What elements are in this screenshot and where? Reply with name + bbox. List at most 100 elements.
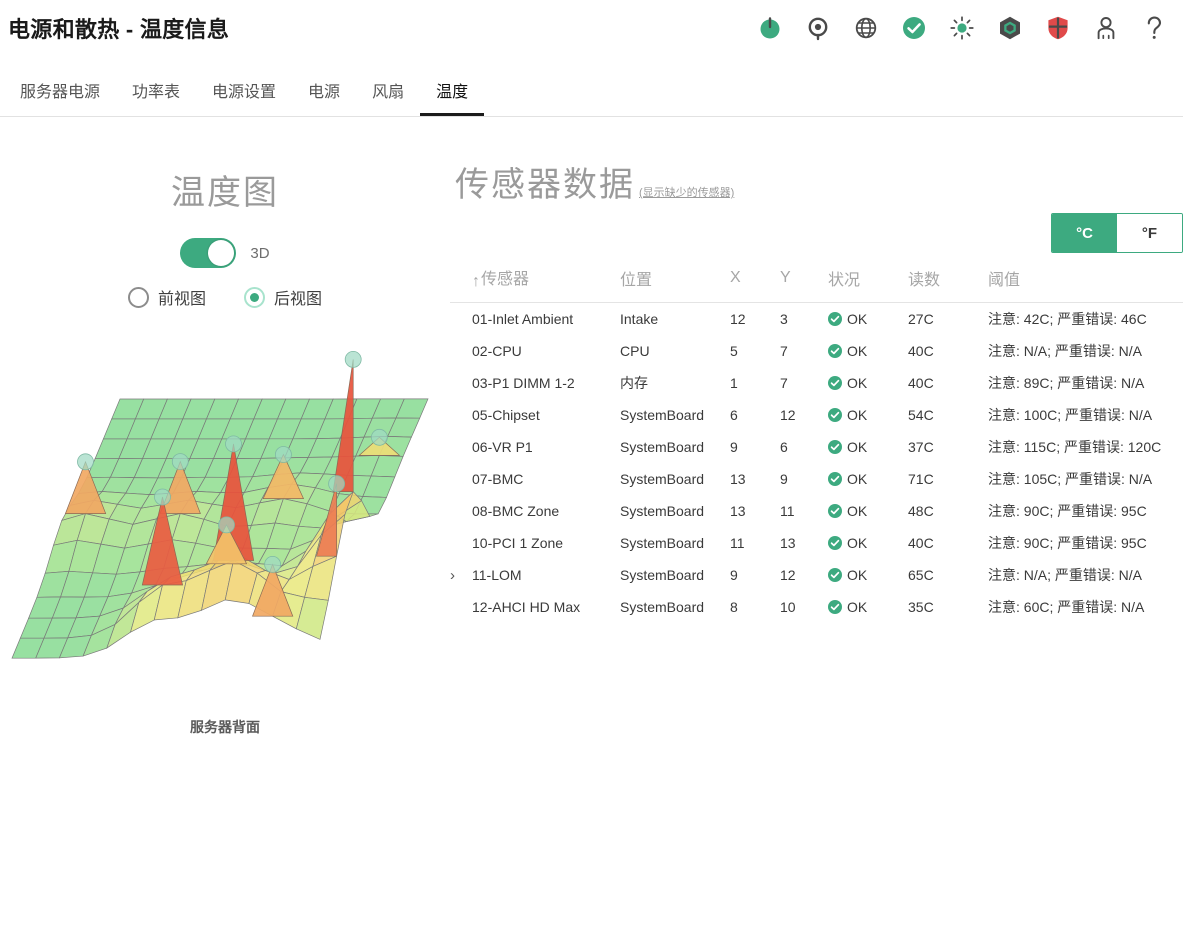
sort-ascending-icon[interactable]: ↑ xyxy=(472,273,480,291)
row-expand-placeholder xyxy=(450,335,472,367)
tab-temperatures[interactable]: 温度 xyxy=(420,85,485,116)
row-expand-chevron[interactable]: › xyxy=(450,559,472,591)
status-label: OK xyxy=(847,567,868,583)
location-target-icon[interactable] xyxy=(805,15,831,41)
table-row[interactable]: 03-P1 DIMM 1-2 内存 1 7 OK 40C 注意: 89C; 严重错误: N/… xyxy=(450,367,1183,399)
table-row[interactable]: 02-CPU CPU 5 7 OK 40C 注意: N/A; 严重错误: N/A xyxy=(450,335,1183,367)
cell-reading: 40C xyxy=(908,343,934,359)
health-check-icon[interactable] xyxy=(901,15,927,41)
table-row[interactable]: 07-BMC SystemBoard 13 9 OK 71C 注意: 105C; 严重错误:… xyxy=(450,463,1183,495)
cell-sensor-name: 10-PCI 1 Zone xyxy=(472,535,564,551)
cell-sensor-name: 12-AHCI HD Max xyxy=(472,599,581,615)
tab-power-meter[interactable]: 功率表 xyxy=(116,85,196,116)
sensor-node-marker[interactable] xyxy=(171,453,189,471)
user-icon[interactable] xyxy=(1093,15,1119,41)
cell-y: 9 xyxy=(780,471,788,487)
cell-status: OK xyxy=(828,399,908,431)
cell-x: 6 xyxy=(730,407,738,423)
cell-status: OK xyxy=(828,591,908,623)
sensor-node-marker[interactable] xyxy=(344,351,362,368)
table-row[interactable]: 06-VR P1 SystemBoard 9 6 OK 37C 注意: 115C; 严重错误… xyxy=(450,431,1183,463)
show-missing-sensors-link[interactable]: (显示缺少的传感器) xyxy=(639,184,734,200)
shield-icon[interactable] xyxy=(1045,15,1071,41)
sensor-node-marker[interactable] xyxy=(328,475,346,493)
sensor-node-marker[interactable] xyxy=(218,516,235,534)
col-sensor-label: 传感器 xyxy=(481,271,530,288)
cell-x: 9 xyxy=(730,439,738,455)
cell-sensor-name: 02-CPU xyxy=(472,343,522,359)
tab-power-settings[interactable]: 电源设置 xyxy=(196,85,292,116)
col-threshold[interactable]: 阈值 xyxy=(988,265,1183,303)
tab-power[interactable]: 电源 xyxy=(292,85,356,116)
status-ok-icon xyxy=(828,504,842,518)
cell-x: 9 xyxy=(730,567,738,583)
col-reading[interactable]: 读数 xyxy=(908,265,988,303)
status-label: OK xyxy=(847,535,868,551)
col-x[interactable]: X xyxy=(730,265,780,303)
sensor-node-marker[interactable] xyxy=(77,453,94,471)
sensor-node-marker[interactable] xyxy=(274,446,292,463)
col-status[interactable]: 状况 xyxy=(828,265,908,303)
table-row[interactable]: 08-BMC Zone SystemBoard 13 11 OK 48C 注意: 90C; … xyxy=(450,495,1183,527)
row-expand-placeholder xyxy=(450,527,472,559)
cell-reading: 65C xyxy=(908,567,934,583)
globe-icon[interactable] xyxy=(853,15,879,41)
cell-threshold: 注意: 90C; 严重错误: 95C xyxy=(988,535,1147,551)
status-label: OK xyxy=(847,599,868,615)
unit-fahrenheit-button[interactable]: °F xyxy=(1117,214,1182,252)
chart-caption: 服务器背面 xyxy=(190,719,260,735)
sensor-data-header: 传感器数据 (显示缺少的传感器) xyxy=(455,157,734,206)
col-location[interactable]: 位置 xyxy=(620,265,730,303)
status-badge: OK xyxy=(828,439,908,455)
tab-fans[interactable]: 风扇 xyxy=(356,85,420,116)
row-expand-placeholder xyxy=(450,431,472,463)
cell-x: 11 xyxy=(730,535,745,551)
table-row[interactable]: 12-AHCI HD Max SystemBoard 8 10 OK 35C 注意: 60C… xyxy=(450,591,1183,623)
cell-status: OK xyxy=(828,527,908,559)
sensor-node-marker[interactable] xyxy=(370,428,388,446)
power-icon[interactable] xyxy=(757,15,783,41)
cell-reading: 40C xyxy=(908,375,934,391)
status-label: OK xyxy=(847,471,868,487)
cell-sensor-name: 11-LOM xyxy=(472,567,522,583)
table-row[interactable]: 10-PCI 1 Zone SystemBoard 11 13 OK 40C 注意: 90C… xyxy=(450,527,1183,559)
chevron-right-icon[interactable]: › xyxy=(450,567,455,584)
status-ok-icon xyxy=(828,472,842,486)
cell-x: 1 xyxy=(730,375,738,391)
status-badge: OK xyxy=(828,343,908,359)
temperature-unit-toggle: °C °F xyxy=(1051,213,1183,253)
help-icon[interactable] xyxy=(1141,15,1167,41)
status-ok-icon xyxy=(828,408,842,422)
sensor-node-marker[interactable] xyxy=(154,488,171,506)
tab-server-power[interactable]: 服务器电源 xyxy=(4,85,116,116)
cell-y: 11 xyxy=(780,503,795,519)
status-ok-icon xyxy=(828,440,842,454)
temperature-3d-surface-chart[interactable] xyxy=(0,277,450,697)
col-y[interactable]: Y xyxy=(780,265,828,303)
col-sensor[interactable]: ↑传感器 xyxy=(472,265,620,303)
cell-threshold: 注意: 105C; 严重错误: N/A xyxy=(988,471,1153,487)
status-badge: OK xyxy=(828,311,908,327)
brightness-icon[interactable] xyxy=(949,15,975,41)
table-row[interactable]: › 11-LOM SystemBoard 9 12 OK 65C 注意: N/A; 严重错误:… xyxy=(450,559,1183,591)
sensor-node-marker[interactable] xyxy=(264,555,282,573)
table-row[interactable]: 05-Chipset SystemBoard 6 12 OK 54C 注意: 100C; 严… xyxy=(450,399,1183,431)
table-row[interactable]: 01-Inlet Ambient Intake 12 3 OK 27C 注意: 42C; 严… xyxy=(450,303,1183,336)
cell-sensor-name: 06-VR P1 xyxy=(472,439,533,455)
row-expand-placeholder xyxy=(450,495,472,527)
sensor-node-marker[interactable] xyxy=(225,435,242,453)
hexagon-icon[interactable] xyxy=(997,15,1023,41)
3d-toggle-label: 3D xyxy=(250,244,270,262)
status-ok-icon xyxy=(828,344,842,358)
cell-y: 3 xyxy=(780,311,788,327)
cell-y: 7 xyxy=(780,343,788,359)
cell-sensor-name: 05-Chipset xyxy=(472,407,540,423)
3d-toggle-switch[interactable] xyxy=(180,238,237,268)
main-tabbar: 服务器电源 功率表 电源设置 电源 风扇 温度 xyxy=(0,55,1183,117)
status-ok-icon xyxy=(828,312,842,326)
sensor-data-title: 传感器数据 xyxy=(455,166,635,204)
cell-x: 13 xyxy=(730,503,746,519)
unit-celsius-button[interactable]: °C xyxy=(1052,214,1117,252)
temperature-map-title: 温度图 xyxy=(171,174,279,212)
cell-status: OK xyxy=(828,335,908,367)
